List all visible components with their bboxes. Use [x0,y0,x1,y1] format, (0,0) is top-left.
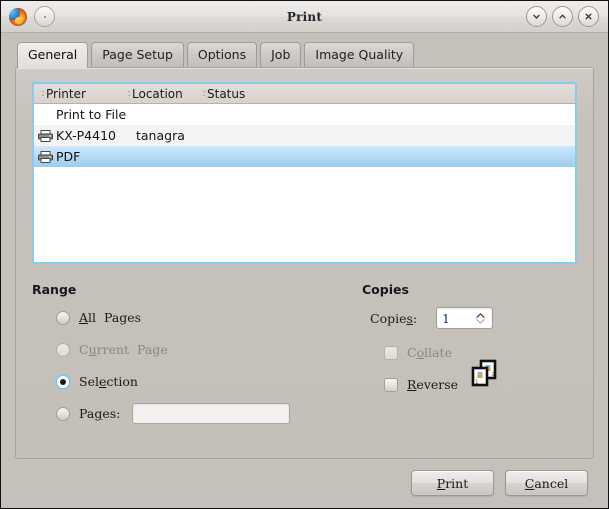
radio-pages-label: Pages: [79,406,121,421]
chevron-down-icon [533,14,540,19]
radio-all-pages-indicator[interactable] [56,310,70,325]
radio-pages-indicator[interactable] [56,406,70,421]
svg-text:2: 2 [492,372,495,378]
column-header-location-label: Location [132,86,183,101]
copies-label: Copies: [370,310,418,326]
tab-image-quality-label: Image Quality [315,47,404,62]
checkbox-collate-indicator [384,345,398,360]
print-button-label: Print [436,475,469,491]
radio-all-pages-label: All Pages [79,310,142,325]
radio-all-pages[interactable]: All Pages [32,307,362,328]
column-header-printer[interactable]: : Printer [34,84,126,103]
printer-list-header: : Printer : Location : Status [34,84,575,104]
tab-page-setup[interactable]: Page Setup [91,42,184,67]
window-menu-button[interactable] [34,6,55,27]
dialog-actions: Print Cancel [1,459,608,508]
close-button[interactable] [578,6,599,27]
tab-general[interactable]: General [17,42,89,68]
stepper-up-icon [476,312,485,318]
column-header-printer-label: Printer [46,86,86,101]
tab-general-label: General [28,47,78,62]
copies-group-title: Copies [362,282,409,297]
printer-icon [37,129,53,142]
window-title: Print [286,9,323,24]
firefox-icon [9,7,27,26]
copies-group: Copies Copies: 1 Collate Reverse 2 1 [362,282,577,448]
maximize-button[interactable] [552,6,573,27]
table-row[interactable]: PDF [34,146,575,167]
cancel-button[interactable]: Cancel [505,470,588,496]
copies-field-row: Copies: 1 [362,307,577,329]
checkbox-reverse-indicator[interactable] [384,377,398,392]
copies-value: 1 [442,310,450,326]
row-icon-cell [34,150,56,163]
checkbox-collate-label: Collate [407,345,452,360]
stepper-down-icon [476,318,485,324]
tab-bar: General Page Setup Options Job Image Qua… [1,33,608,68]
radio-current-page-indicator [56,342,70,357]
row-icon-cell [34,129,56,142]
tab-job[interactable]: Job [260,42,302,67]
title-bar-left [1,6,55,27]
tab-options-label: Options [197,47,247,62]
printer-name-cell: KX-P4410 [56,128,116,143]
column-header-location[interactable]: : Location [126,84,201,103]
range-group: Range All Pages Current Page Selection P… [32,282,362,448]
tab-image-quality[interactable]: Image Quality [304,42,415,67]
window-controls [526,6,608,27]
printer-location-cell: tanagra [136,128,185,143]
checkbox-reverse-label: Reverse [407,377,459,392]
radio-selection-indicator[interactable] [56,374,70,389]
copies-stepper[interactable]: 1 [436,307,493,329]
table-row[interactable]: KX-P4410 tanagra [34,125,575,146]
collate-preview-icon: 2 1 [471,359,497,387]
printer-list-body: Print to File KX-P4410 tanagra PDF [34,104,575,262]
column-header-status-label: Status [207,86,246,101]
svg-text:1: 1 [475,380,478,386]
title-bar: Print [1,1,608,33]
radio-selection-label: Selection [79,374,138,389]
copies-checkbox-area: Collate Reverse 2 1 [362,342,577,395]
printer-list[interactable]: : Printer : Location : Status Print to F… [32,82,577,264]
column-header-status[interactable]: : Status [201,84,575,103]
radio-pages[interactable]: Pages: [32,403,362,424]
options-area: Range All Pages Current Page Selection P… [32,264,577,448]
print-dialog-window: Print General Page Setup Options Job Ima… [0,0,609,509]
cancel-button-label: Cancel [524,475,569,491]
radio-current-page: Current Page [32,339,362,360]
close-x-icon [585,13,592,20]
tab-page-setup-label: Page Setup [102,47,173,62]
tab-job-label: Job [271,47,291,62]
general-tab-panel: : Printer : Location : Status Print to F… [15,67,594,459]
pages-input[interactable] [132,403,291,424]
range-group-title: Range [32,282,77,297]
minimize-button[interactable] [526,6,547,27]
radio-selection[interactable]: Selection [32,371,362,392]
table-row[interactable]: Print to File [34,104,575,125]
radio-current-page-label: Current Page [79,342,168,357]
copies-stepper-arrows [472,312,492,324]
tab-options[interactable]: Options [186,42,258,67]
chevron-up-icon [559,14,566,19]
printer-name-cell: PDF [56,149,81,164]
printer-name-cell: Print to File [56,107,127,122]
printer-icon [37,150,53,163]
print-button[interactable]: Print [411,470,494,496]
